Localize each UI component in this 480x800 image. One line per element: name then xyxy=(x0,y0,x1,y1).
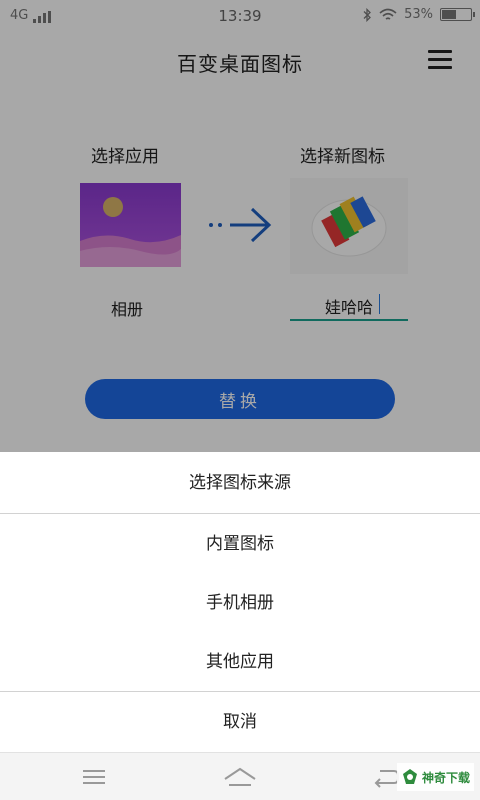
option-phone-album[interactable]: 手机相册 xyxy=(0,574,480,632)
system-nav-bar: 神奇下载 xyxy=(0,752,480,800)
sheet-title: 选择图标来源 xyxy=(0,452,480,514)
menu-nav-button[interactable] xyxy=(74,763,114,791)
modal-backdrop[interactable] xyxy=(0,0,480,452)
option-builtin-icons[interactable]: 内置图标 xyxy=(0,515,480,573)
home-nav-button[interactable] xyxy=(220,763,260,791)
watermark-text: 神奇下载 xyxy=(421,770,470,785)
icon-source-sheet: 选择图标来源 内置图标 手机相册 其他应用 取消 xyxy=(0,452,480,752)
menu-lines-icon xyxy=(83,770,105,784)
app-screen: 4G 13:39 53% 百变桌面图标 选择应用 选择新图标 相册 娃哈哈 替换 xyxy=(0,0,480,452)
watermark-logo-icon xyxy=(402,769,417,784)
watermark: 神奇下载 xyxy=(396,763,474,791)
option-other-apps[interactable]: 其他应用 xyxy=(0,633,480,691)
cancel-button[interactable]: 取消 xyxy=(0,692,480,752)
home-icon xyxy=(224,767,256,786)
